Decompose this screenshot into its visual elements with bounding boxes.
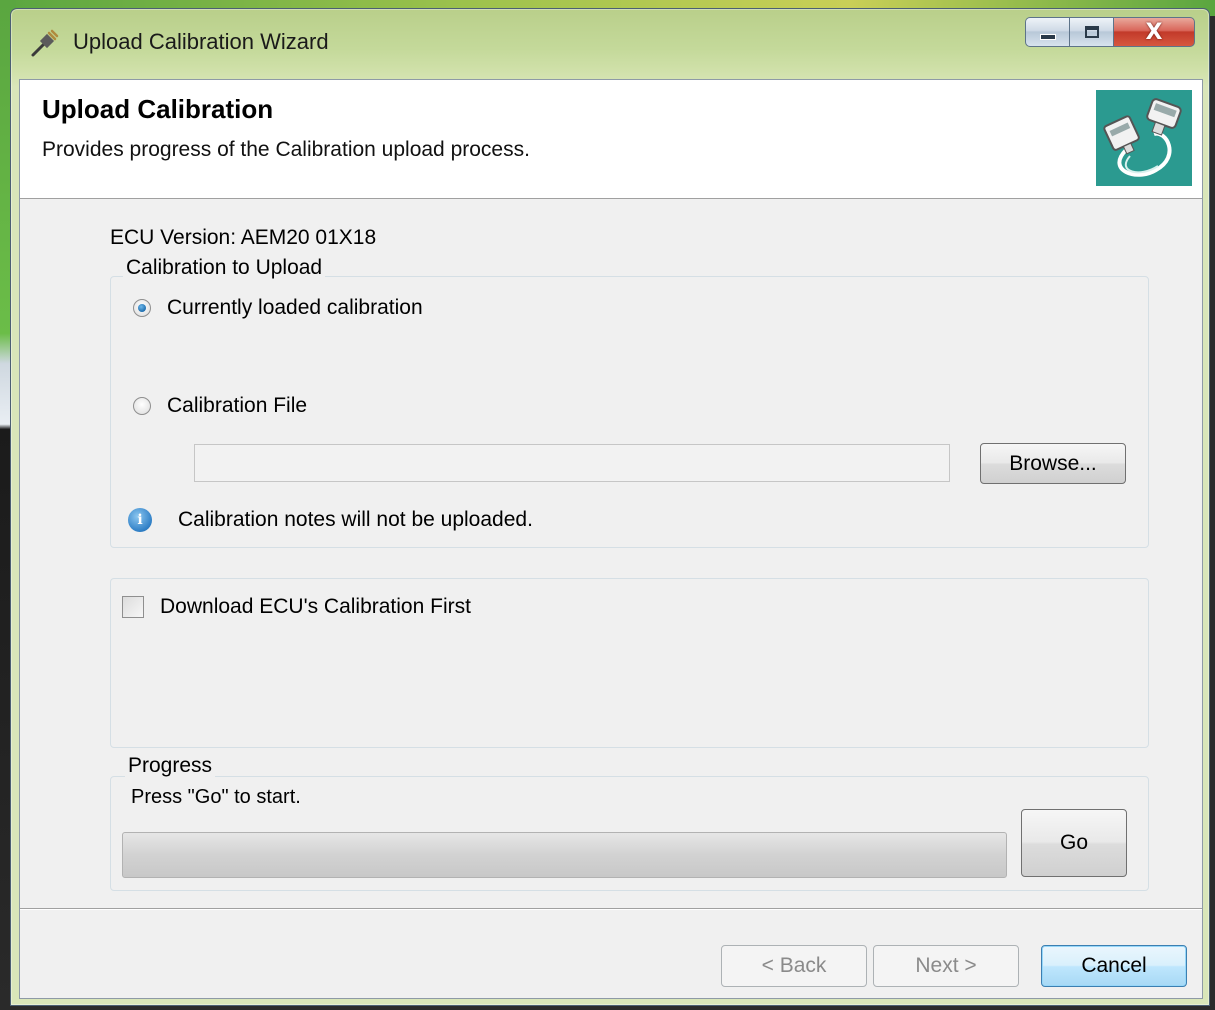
window-title: Upload Calibration Wizard [73, 29, 329, 54]
calibration-group-legend: Calibration to Upload [123, 256, 326, 280]
close-button[interactable]: X [1113, 17, 1195, 47]
radio-calibration-file[interactable]: Calibration File [133, 394, 307, 418]
browse-button[interactable]: Browse... [980, 443, 1126, 484]
footer-separator [20, 908, 1202, 910]
title-bar[interactable]: Upload Calibration Wizard X [11, 9, 1209, 79]
wizard-header: Upload Calibration Provides progress of … [20, 80, 1202, 199]
next-button[interactable]: Next > [873, 945, 1019, 987]
page-subtitle: Provides progress of the Calibration upl… [42, 138, 530, 161]
info-icon: i [128, 508, 152, 532]
radio-button-checked[interactable] [133, 299, 151, 317]
back-button[interactable]: < Back [721, 945, 867, 987]
progress-group-legend: Progress [125, 754, 216, 778]
download-ecu-calibration-label: Download ECU's Calibration First [160, 595, 471, 618]
radio-currently-loaded[interactable]: Currently loaded calibration [133, 296, 423, 320]
radio-currently-loaded-label: Currently loaded calibration [167, 296, 423, 319]
maximize-icon [1084, 26, 1099, 38]
radio-button-unchecked[interactable] [133, 397, 151, 415]
minimize-icon [1039, 34, 1056, 40]
download-ecu-calibration-checkbox[interactable]: Download ECU's Calibration First [122, 595, 471, 619]
caption-buttons: X [1025, 17, 1195, 51]
calibration-notes-info: i Calibration notes will not be uploaded… [128, 508, 533, 532]
plug-icon [31, 29, 59, 57]
progress-bar [122, 832, 1007, 878]
close-icon: X [1145, 19, 1163, 45]
checkbox-unchecked[interactable] [122, 596, 144, 618]
calibration-file-path-input[interactable] [194, 444, 950, 482]
wizard-client-area: Upload Calibration Provides progress of … [19, 79, 1203, 999]
maximize-button[interactable] [1069, 17, 1113, 47]
minimize-button[interactable] [1025, 17, 1069, 47]
go-button[interactable]: Go [1021, 809, 1127, 877]
page-title: Upload Calibration [42, 94, 274, 124]
wizard-window: Upload Calibration Wizard X Upload Calib… [10, 8, 1210, 1006]
radio-calibration-file-label: Calibration File [167, 394, 308, 417]
calibration-notes-info-text: Calibration notes will not be uploaded. [178, 508, 533, 531]
ecu-version-label: ECU Version: AEM20 01X18 [110, 226, 377, 249]
progress-status-text: Press "Go" to start. [131, 786, 301, 808]
cancel-button[interactable]: Cancel [1041, 945, 1187, 987]
cable-connector-icon [1096, 90, 1192, 186]
